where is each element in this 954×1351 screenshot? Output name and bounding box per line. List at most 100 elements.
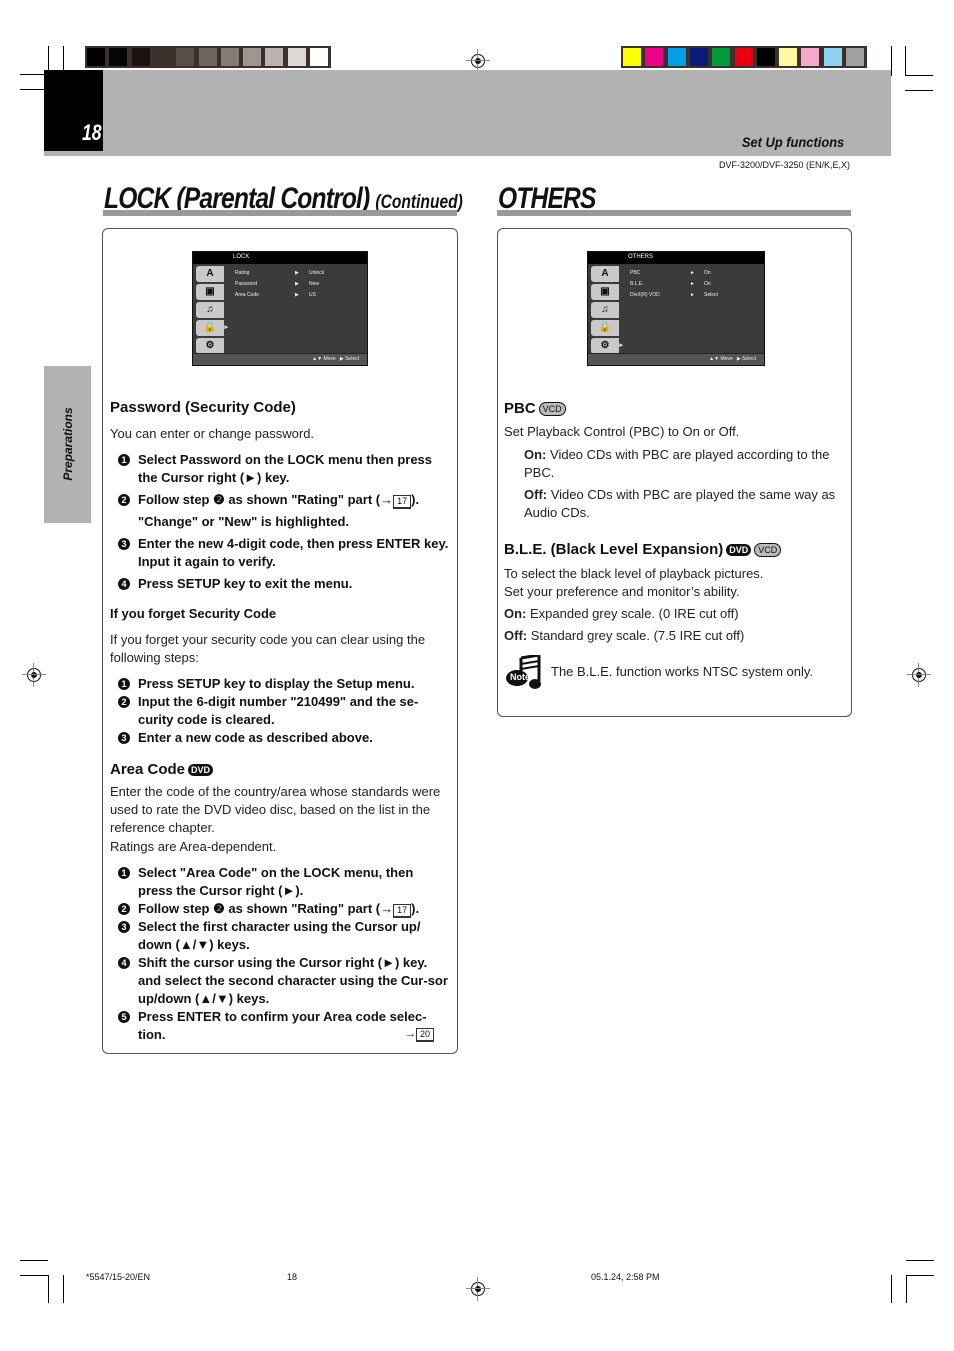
color-swatch	[622, 47, 642, 67]
others-tab-icon: ⚙	[591, 338, 623, 354]
audio-tab-icon: ♫	[196, 302, 224, 318]
step-number-icon: 2	[118, 696, 130, 708]
menu-row-label: PBC	[630, 270, 641, 276]
step-text: Follow step ❷ as shown "Rating" part (→	[138, 901, 394, 916]
menu-row-label: Rating	[235, 270, 250, 276]
step-number-icon: 2	[118, 494, 130, 506]
color-swatch	[108, 47, 129, 67]
on-label: On:	[504, 606, 527, 621]
on-text: Video CDs with PBC are played according …	[524, 447, 830, 480]
language-tab-icon: A	[591, 266, 619, 282]
color-swatch	[822, 47, 843, 67]
step-text: Shift the cursor using the Cursor right …	[138, 955, 448, 1006]
arrow-icon: ▶	[295, 292, 299, 298]
step-item: 4 Press SETUP key to exit the menu.	[110, 575, 450, 593]
dvd-badge-icon: DVD	[726, 544, 752, 557]
color-swatch	[644, 47, 665, 67]
step-item: 1 Select Password on the LOCK menu then p…	[110, 451, 450, 487]
color-swatch	[86, 47, 106, 67]
step-item: 2 Follow step ❷ as shown "Rating" part (→…	[110, 900, 450, 918]
step-text: Select the first character using the Cur…	[138, 919, 421, 952]
note-text: The B.L.E. function works NTSC system on…	[551, 664, 814, 679]
crop-mark	[20, 1275, 48, 1276]
note-label: Note	[510, 672, 530, 682]
off-label: Off:	[524, 487, 548, 502]
color-swatch	[152, 47, 173, 67]
menu-row: Rating ▶ Unlock	[235, 270, 363, 278]
pbc-on-description: On: Video CDs with PBC are played accord…	[524, 446, 846, 482]
crop-mark	[906, 1275, 934, 1276]
step-item: "Change" or "New" is highlighted.	[110, 513, 450, 531]
crop-mark	[891, 46, 892, 76]
color-swatch	[130, 47, 151, 67]
step-text: Enter the new 4-digit code, then press E…	[138, 536, 449, 569]
password-intro: You can enter or change password.	[110, 426, 315, 441]
menu-row-value: On	[704, 281, 711, 287]
step-number-icon: 1	[118, 678, 130, 690]
step-text: ).	[411, 492, 420, 507]
pbc-intro: Set Playback Control (PBC) to On or Off.	[504, 424, 740, 439]
step-text: Enter a new code as described above.	[138, 730, 373, 745]
registration-mark-icon	[907, 663, 931, 687]
color-calibration-bar	[621, 46, 867, 68]
color-swatch	[778, 47, 799, 67]
menu-sidebar: A ▣ ♫ 🔒 ⚙	[589, 264, 623, 354]
registration-mark-icon	[22, 663, 46, 687]
pbc-off-description: Off: Video CDs with PBC are played the s…	[524, 486, 846, 522]
crop-mark	[905, 90, 933, 91]
ble-intro: To select the black level of playback pi…	[504, 566, 764, 581]
footer-page-number: 18	[287, 1272, 298, 1282]
page-reference-icon: 17	[393, 495, 412, 509]
step-item: 4 Shift the cursor using the Cursor right…	[110, 954, 450, 1008]
area-code-note: Ratings are Area-dependent.	[110, 839, 277, 854]
document-code: *5547/15-20/EN	[86, 1272, 151, 1282]
menu-row-value: US	[309, 292, 316, 298]
page-reference-icon: 20	[416, 1028, 435, 1042]
menu-footer: ▲▼ Move ▶ Select	[193, 353, 367, 365]
area-code-heading: Area Code DVD	[110, 761, 214, 778]
step-number-icon: 5	[118, 1011, 130, 1023]
dvd-badge-icon: DVD	[188, 764, 214, 777]
color-swatch	[733, 47, 754, 67]
ble-intro-2: Set your preference and monitor’s abilit…	[504, 584, 740, 599]
step-text: Press SETUP key to display the Setup men…	[138, 676, 415, 691]
page-reference-icon: 17	[393, 904, 412, 918]
off-text: Standard grey scale. (7.5 IRE cut off)	[530, 628, 745, 643]
select-hint: ▶ Select	[339, 356, 359, 362]
title-underline	[497, 210, 851, 216]
ble-heading: B.L.E. (Black Level Expansion) DVD VCD	[504, 541, 782, 558]
color-swatch	[242, 47, 263, 67]
others-tab-icon: ⚙	[196, 338, 224, 354]
menu-row: Password ▶ New	[235, 281, 363, 289]
crop-mark	[905, 75, 933, 76]
menu-row-value: New	[309, 281, 320, 287]
others-menu-screenshot: OTHERS A ▣ ♫ 🔒 ⚙ PBC ► On B.L.E. ► On DivX(R…	[587, 251, 765, 366]
step-item: 2 Input the 6-digit number "210499" and t…	[110, 693, 450, 729]
select-hint: ▶ Select	[736, 356, 756, 362]
menu-row: PBC ► On	[630, 270, 758, 278]
on-label: On:	[524, 447, 547, 462]
color-swatch	[197, 47, 218, 67]
step-number-icon: 2	[118, 903, 130, 915]
display-tab-icon: ▣	[196, 284, 224, 300]
color-swatch	[688, 47, 709, 67]
move-hint: ▲▼ Move	[312, 356, 336, 362]
arrow-icon: ▶	[295, 270, 299, 276]
step-item: 3 Enter a new code as described above.	[110, 729, 450, 747]
lock-tab-icon: 🔒	[591, 320, 619, 336]
menu-row-value: On	[704, 270, 711, 276]
vcd-badge-icon: VCD	[754, 543, 782, 558]
color-swatch	[219, 47, 240, 67]
arrow-icon: ▶	[295, 281, 299, 287]
side-tab-label: Preparations	[61, 407, 75, 481]
ble-on-description: On: Expanded grey scale. (0 IRE cut off)	[504, 605, 844, 623]
page-number: 18	[82, 120, 102, 145]
color-swatch	[264, 47, 285, 67]
menu-title: LOCK	[193, 252, 367, 264]
crop-mark	[906, 1275, 907, 1303]
arrow-icon: ►	[690, 270, 695, 276]
audio-tab-icon: ♫	[591, 302, 619, 318]
step-item: 1 Select "Area Code" on the LOCK menu, th…	[110, 864, 450, 900]
menu-row: DivX(R) VOD ► Select	[630, 292, 758, 300]
forget-intro: If you forget your security code you can…	[110, 632, 426, 665]
